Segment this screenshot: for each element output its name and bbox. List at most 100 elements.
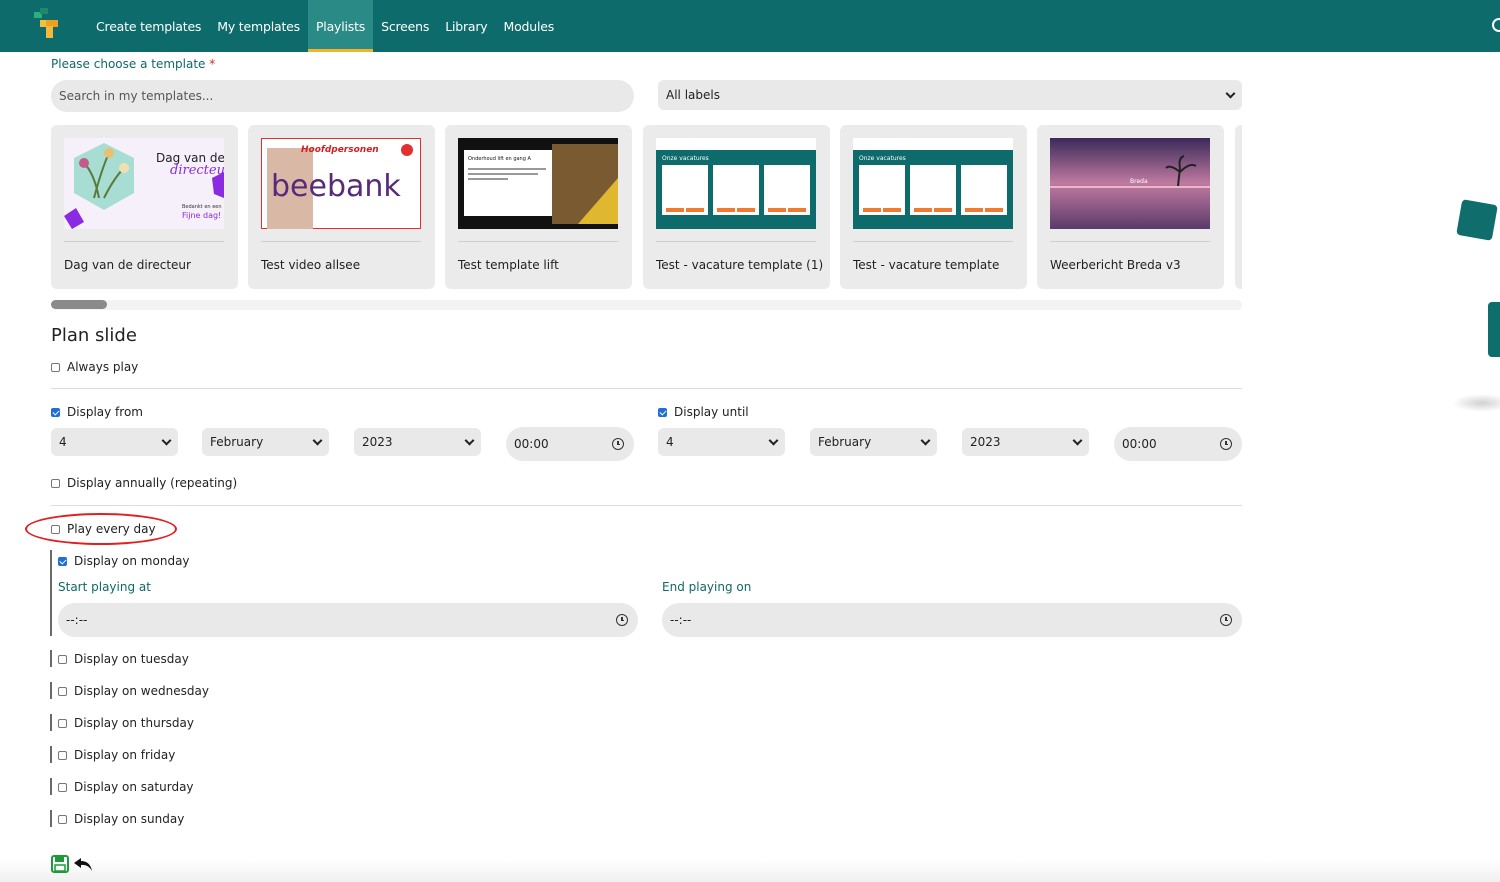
nav-playlists[interactable]: Playlists xyxy=(307,0,374,52)
app-logo-icon[interactable] xyxy=(30,6,66,44)
chevron-down-icon xyxy=(920,435,931,446)
nav-my-templates[interactable]: My templates xyxy=(209,0,308,52)
card-separator xyxy=(261,241,421,242)
divider xyxy=(51,388,1242,389)
display-thursday-box[interactable] xyxy=(58,718,67,728)
template-card-partial[interactable] xyxy=(1235,125,1242,289)
template-card-title: Test video allsee xyxy=(261,258,361,272)
day-indent-bar xyxy=(50,550,52,636)
carousel-scrollbar-thumb[interactable] xyxy=(51,300,107,309)
thumbnail-image: Onze vacatures xyxy=(656,138,816,229)
display-thursday-label: Display on thursday xyxy=(74,716,194,730)
save-icon[interactable] xyxy=(51,855,69,873)
display-thursday-checkbox[interactable]: Display on thursday xyxy=(58,716,194,730)
thumbnail-image: Breda xyxy=(1050,138,1210,229)
template-card[interactable]: Dag van de directeur Bedankt en een Fijn… xyxy=(51,125,238,289)
display-from-checkbox[interactable]: Display from xyxy=(51,405,143,419)
display-friday-label: Display on friday xyxy=(74,748,176,762)
card-separator xyxy=(458,241,618,242)
thumbnail-image: Hoofdpersonen beebank xyxy=(261,138,421,229)
undo-back-icon[interactable] xyxy=(73,856,93,872)
display-tuesday-label: Display on tuesday xyxy=(74,652,189,666)
card-separator xyxy=(656,241,816,242)
clock-icon xyxy=(1220,614,1232,626)
until-time-input[interactable]: 00:00 xyxy=(1114,427,1242,461)
display-tuesday-box[interactable] xyxy=(58,654,67,664)
clock-icon xyxy=(1220,438,1232,450)
thumbnail-image: Onze vacatures xyxy=(853,138,1013,229)
footer-bar xyxy=(0,860,1500,882)
from-time-input[interactable]: 00:00 xyxy=(506,427,634,461)
carousel-scrollbar[interactable] xyxy=(51,300,1242,310)
clock-icon xyxy=(616,614,628,626)
start-playing-time-input[interactable]: --:-- xyxy=(58,603,638,637)
template-thumbnail: Breda xyxy=(1050,138,1210,229)
display-sunday-box[interactable] xyxy=(58,814,67,824)
nav-library[interactable]: Library xyxy=(437,0,495,52)
display-from-label: Display from xyxy=(67,405,143,419)
display-saturday-box[interactable] xyxy=(58,782,67,792)
until-month-value: February xyxy=(818,435,872,449)
display-friday-checkbox[interactable]: Display on friday xyxy=(58,748,175,762)
main-nav: Create templates My templates Playlists … xyxy=(88,0,562,52)
display-friday-box[interactable] xyxy=(58,750,67,760)
template-carousel: Dag van de directeur Bedankt en een Fijn… xyxy=(51,125,1242,290)
display-tuesday-checkbox[interactable]: Display on tuesday xyxy=(58,652,189,666)
display-annually-label: Display annually (repeating) xyxy=(67,476,238,490)
from-month-select[interactable]: February xyxy=(202,428,329,456)
until-time-value: 00:00 xyxy=(1122,437,1157,451)
until-year-value: 2023 xyxy=(970,435,1001,449)
day-indent-bar xyxy=(50,682,52,699)
end-playing-time-input[interactable]: --:-- xyxy=(662,603,1242,637)
label-filter-select[interactable]: All labels xyxy=(658,80,1242,110)
template-card[interactable]: Onze vacatures Test - vacature template xyxy=(840,125,1027,289)
template-card[interactable]: Onze vacatures Test - vacature template … xyxy=(643,125,830,289)
display-until-checkbox[interactable]: Display until xyxy=(658,405,749,419)
display-annually-box[interactable] xyxy=(51,478,60,488)
until-year-select[interactable]: 2023 xyxy=(962,428,1089,456)
template-card-title: Test template lift xyxy=(458,258,559,272)
display-until-box[interactable] xyxy=(658,407,667,417)
card-separator xyxy=(1050,241,1210,242)
from-month-value: February xyxy=(210,435,264,449)
display-wednesday-checkbox[interactable]: Display on wednesday xyxy=(58,684,209,698)
from-year-select[interactable]: 2023 xyxy=(354,428,481,456)
display-saturday-checkbox[interactable]: Display on saturday xyxy=(58,780,194,794)
chevron-down-icon xyxy=(768,435,779,446)
side-shadow-decoration xyxy=(1452,394,1500,412)
thumbnail-image: Dag van de directeur Bedankt en een Fijn… xyxy=(64,138,224,229)
day-indent-bar xyxy=(50,746,52,763)
template-card-title: Weerbericht Breda v3 xyxy=(1050,258,1181,272)
nav-modules[interactable]: Modules xyxy=(496,0,563,52)
account-icon[interactable] xyxy=(1492,18,1500,32)
display-annually-checkbox[interactable]: Display annually (repeating) xyxy=(51,476,237,490)
template-card[interactable]: Onderhoud lift en gang A Test template l… xyxy=(445,125,632,289)
day-indent-bar xyxy=(50,650,52,667)
display-wednesday-box[interactable] xyxy=(58,686,67,696)
template-thumbnail: Onze vacatures xyxy=(853,138,1013,229)
template-card[interactable]: Hoofdpersonen beebank Test video allsee xyxy=(248,125,435,289)
until-day-select[interactable]: 4 xyxy=(658,428,785,456)
thumbnail-image: Onderhoud lift en gang A xyxy=(458,138,618,229)
until-month-select[interactable]: February xyxy=(810,428,937,456)
thumb-text-vacatures: Onze vacatures xyxy=(662,155,709,162)
nav-screens[interactable]: Screens xyxy=(373,0,437,52)
template-card[interactable]: Breda Weerbericht Breda v3 xyxy=(1037,125,1224,289)
side-panel-tab[interactable] xyxy=(1488,302,1500,357)
template-search-input[interactable] xyxy=(51,80,634,112)
start-playing-label: Start playing at xyxy=(58,580,151,594)
from-day-select[interactable]: 4 xyxy=(51,428,178,456)
display-wednesday-label: Display on wednesday xyxy=(74,684,209,698)
display-sunday-checkbox[interactable]: Display on sunday xyxy=(58,812,184,826)
display-monday-box[interactable] xyxy=(58,556,67,566)
template-thumbnail: Onderhoud lift en gang A xyxy=(458,138,618,229)
chevron-down-icon xyxy=(1225,88,1236,99)
display-monday-checkbox[interactable]: Display on monday xyxy=(58,554,190,568)
display-until-label: Display until xyxy=(674,405,749,419)
always-play-box[interactable] xyxy=(51,362,60,372)
always-play-checkbox[interactable]: Always play xyxy=(51,360,138,374)
day-indent-bar xyxy=(50,778,52,795)
thumb-text-breda: Breda xyxy=(1130,178,1148,185)
nav-create-templates[interactable]: Create templates xyxy=(88,0,209,52)
display-from-box[interactable] xyxy=(51,407,60,417)
